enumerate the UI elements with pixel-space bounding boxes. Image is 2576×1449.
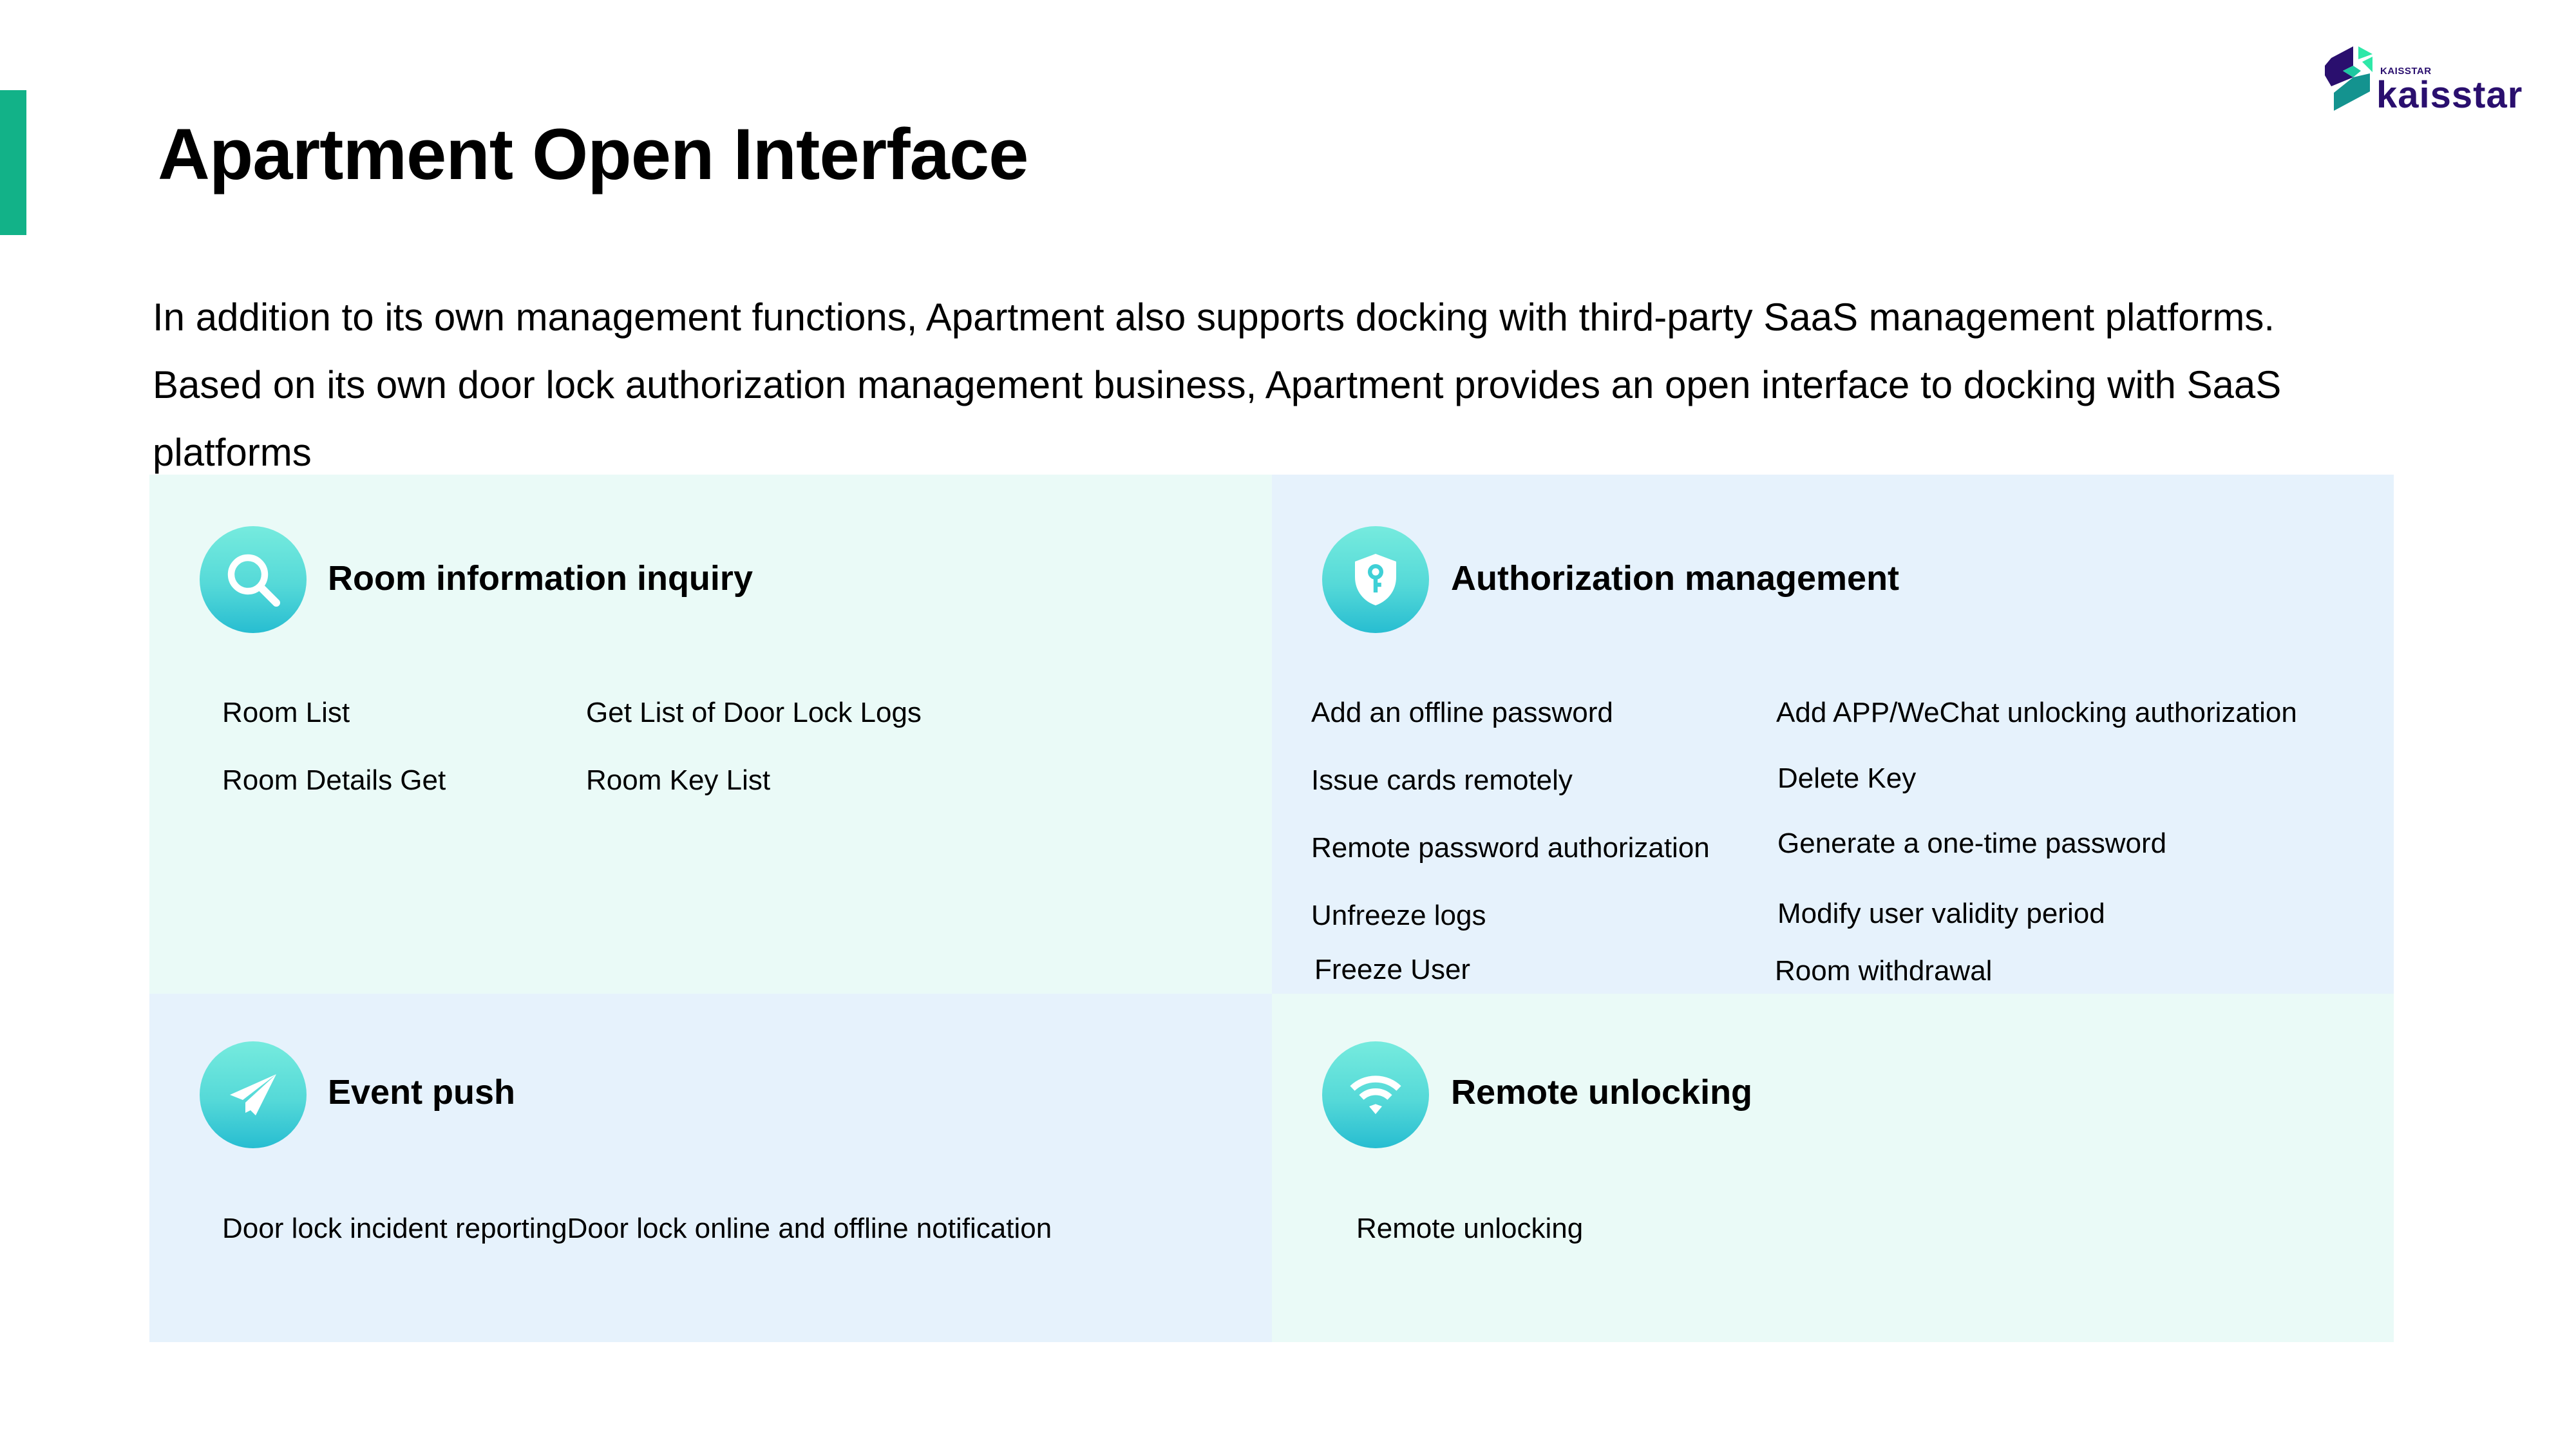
list-item: Modify user validity period — [1777, 898, 2105, 929]
list-item: Unfreeze logs — [1311, 900, 1486, 931]
list-item: Add an offline password — [1311, 697, 1613, 728]
panel-room-information-inquiry: Room information inquiry Room List Get L… — [149, 475, 1272, 994]
panel-authorization-management: Authorization management Add an offline … — [1272, 475, 2394, 994]
search-icon — [200, 526, 307, 633]
list-item: Room Key List — [586, 764, 771, 796]
logo-wordmark: kaisstar — [2376, 74, 2523, 116]
intro-line: In addition to its own management functi… — [153, 296, 2275, 339]
panel-event-push: Event push Door lock incident reportingD… — [149, 994, 1272, 1342]
panel-title: Remote unlocking — [1451, 1073, 1753, 1112]
wifi-icon — [1322, 1041, 1429, 1148]
page-title: Apartment Open Interface — [158, 114, 1028, 194]
shield-key-icon — [1322, 526, 1429, 633]
feature-grid: Room information inquiry Room List Get L… — [149, 475, 2394, 1342]
list-item: Generate a one-time password — [1777, 828, 2167, 859]
list-item: Room withdrawal — [1775, 955, 1993, 987]
logo-mark-icon — [2325, 46, 2372, 111]
accent-bar — [0, 90, 26, 235]
list-item: Remote unlocking — [1356, 1213, 1584, 1244]
panel-title: Authorization management — [1451, 559, 1900, 598]
list-item: Room List — [222, 697, 350, 728]
list-item: Add APP/WeChat unlocking authorization — [1776, 697, 2297, 728]
intro-line: Based on its own door lock authorization… — [153, 363, 2282, 406]
list-item: Remote password authorization — [1311, 832, 1710, 864]
list-item: Delete Key — [1777, 762, 1917, 794]
panel-title: Room information inquiry — [328, 559, 753, 598]
list-item: Room Details Get — [222, 764, 446, 796]
panel-remote-unlocking: Remote unlocking Remote unlocking — [1272, 994, 2394, 1342]
list-item: Door lock incident reportingDoor lock on… — [222, 1213, 1052, 1244]
list-item: Get List of Door Lock Logs — [586, 697, 922, 728]
paper-plane-icon — [200, 1041, 307, 1148]
panel-title: Event push — [328, 1073, 516, 1112]
intro-paragraph: In addition to its own management functi… — [153, 283, 2458, 486]
list-item: Freeze User — [1314, 954, 1471, 985]
kaisstar-logo: KAISSTAR kaisstar — [2325, 46, 2537, 117]
list-item: Issue cards remotely — [1311, 764, 1573, 796]
